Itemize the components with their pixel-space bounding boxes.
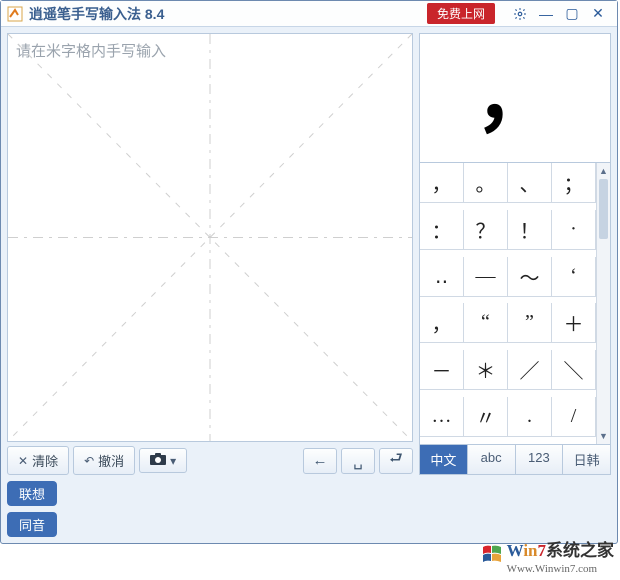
windows-logo-icon [481,544,503,568]
candidate-cell[interactable]: ； [552,163,596,203]
content-area: 请在米字格内手写输入 ✕ 清除 ↶ 撤消 [1,27,617,481]
candidate-grid: ，。、；：？！·‥—～‘，“”＋－＊／＼…〃./ [420,163,596,444]
candidate-cell[interactable]: ： [420,210,464,250]
right-column: ， ，。、；：？！·‥—～‘，“”＋－＊／＼…〃./ ▲ ▼ 中文abc123日… [419,33,611,475]
mode-tab-chinese[interactable]: 中文 [420,445,468,474]
candidate-cell[interactable]: ＋ [552,303,596,343]
candidate-scrollbar[interactable]: ▲ ▼ [596,163,610,444]
candidate-grid-wrap: ，。、；：？！·‥—～‘，“”＋－＊／＼…〃./ ▲ ▼ [419,163,611,444]
camera-icon [150,453,166,468]
candidate-cell[interactable]: “ [464,303,508,343]
clear-button[interactable]: ✕ 清除 [7,446,69,475]
backspace-button[interactable]: ← [303,448,337,474]
space-button[interactable]: ␣ [341,448,375,474]
candidate-cell[interactable]: ？ [464,210,508,250]
candidate-cell[interactable]: 〃 [464,397,508,437]
candidate-cell[interactable]: ／ [508,350,552,390]
candidate-cell[interactable]: ＊ [464,350,508,390]
mode-tab-123[interactable]: 123 [516,445,564,474]
tongyin-pill[interactable]: 同音 [7,512,57,537]
candidate-cell[interactable]: 。 [464,163,508,203]
candidate-cell[interactable]: · [552,210,596,250]
handwriting-input-area[interactable]: 请在米字格内手写输入 [7,33,413,442]
candidate-cell[interactable]: ！ [508,210,552,250]
maximize-button[interactable]: ▢ [560,4,584,24]
candidate-cell[interactable]: ～ [508,257,552,297]
scroll-up-button[interactable]: ▲ [597,163,610,179]
watermark-text: Win7系统之家 Www.Winwin7.com [507,536,614,576]
watermark: Win7系统之家 Www.Winwin7.com [481,536,614,576]
candidate-cell[interactable]: / [552,397,596,437]
writing-toolbar: ✕ 清除 ↶ 撤消 ▾ ← ␣ ⮐ [7,446,413,475]
mi-grid-lines [8,34,412,441]
candidate-cell[interactable]: — [464,257,508,297]
candidate-cell[interactable]: ‥ [420,257,464,297]
candidate-cell[interactable]: … [420,397,464,437]
clear-label: 清除 [32,451,58,470]
enter-button[interactable]: ⮐ [379,448,413,474]
candidate-cell[interactable]: 、 [508,163,552,203]
x-icon: ✕ [18,454,28,468]
left-column: 请在米字格内手写输入 ✕ 清除 ↶ 撤消 [7,33,413,475]
mode-tab-abc[interactable]: abc [468,445,516,474]
candidate-cell[interactable]: ＼ [552,350,596,390]
mode-tab-jpkr[interactable]: 日韩 [563,445,610,474]
titlebar: 逍遥笔手写输入法 8.4 免费上网 — ▢ ✕ [1,1,617,27]
app-icon [7,6,23,22]
close-button[interactable]: ✕ [586,4,610,24]
candidate-cell[interactable]: － [420,350,464,390]
candidate-cell[interactable]: ， [420,163,464,203]
handwriting-placeholder: 请在米字格内手写输入 [16,40,166,61]
candidate-cell[interactable]: . [508,397,552,437]
candidate-preview-char: ， [475,58,555,138]
mode-tabs: 中文abc123日韩 [419,444,611,475]
lianxiang-pill[interactable]: 联想 [7,481,57,506]
app-window: 逍遥笔手写输入法 8.4 免费上网 — ▢ ✕ 请在米字格内手写输入 [0,0,618,544]
candidate-preview[interactable]: ， [419,33,611,163]
candidate-cell[interactable]: ‘ [552,257,596,297]
dropdown-icon: ▾ [170,454,176,468]
undo-button[interactable]: ↶ 撤消 [73,446,135,475]
scroll-down-button[interactable]: ▼ [597,428,610,444]
scroll-thumb[interactable] [599,179,608,239]
camera-button[interactable]: ▾ [139,448,187,473]
undo-icon: ↶ [84,454,94,468]
bottom-row-1: 联想 [1,481,617,512]
candidate-cell[interactable]: ” [508,303,552,343]
free-internet-badge[interactable]: 免费上网 [427,3,495,24]
candidate-cell[interactable]: ， [420,303,464,343]
app-title: 逍遥笔手写输入法 8.4 [29,4,164,24]
minimize-button[interactable]: — [534,4,558,24]
settings-button[interactable] [508,4,532,24]
undo-label: 撤消 [98,451,124,470]
